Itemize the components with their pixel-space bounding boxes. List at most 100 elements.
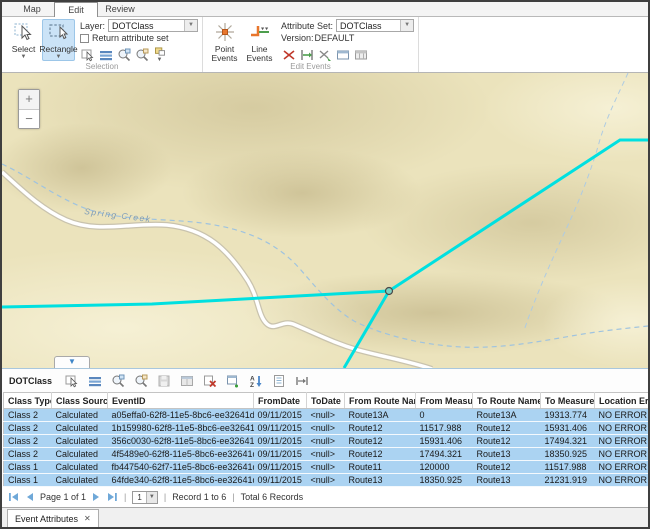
column-header[interactable]: FromDate	[254, 393, 307, 409]
column-header[interactable]: From Measure	[416, 393, 473, 409]
table-cell[interactable]: <null>	[307, 461, 345, 474]
tab-map[interactable]: Map	[10, 2, 54, 16]
table-cell[interactable]: Calculated	[52, 409, 108, 422]
table-cell[interactable]: Route12	[473, 422, 541, 435]
panel-collapse-button[interactable]: ▼	[54, 356, 90, 368]
show-all-records-icon[interactable]	[87, 373, 102, 388]
table-cell[interactable]: a05effa0-62f8-11e5-8bc6-ee32641d5ec9	[108, 409, 254, 422]
table-cell[interactable]: <null>	[307, 448, 345, 461]
layer-dropdown[interactable]: DOTClass ▼	[108, 19, 198, 32]
tab-edit[interactable]: Edit	[54, 2, 98, 17]
page-combobox-arrow-icon[interactable]: ▼	[146, 492, 157, 503]
event-table-icon[interactable]	[353, 47, 368, 63]
table-cell[interactable]: Route13	[345, 474, 416, 487]
table-row[interactable]: Class 2Calculated1b159980-62f8-11e5-8bc6…	[4, 422, 650, 435]
column-header[interactable]: EventID	[108, 393, 254, 409]
table-cell[interactable]: Route12	[473, 461, 541, 474]
table-cell[interactable]: Class 1	[4, 461, 52, 474]
attribute-set-dropdown[interactable]: DOTClass ▼	[336, 19, 414, 32]
pan-to-selected-record-icon[interactable]	[133, 373, 148, 388]
table-cell[interactable]: Calculated	[52, 448, 108, 461]
table-cell[interactable]: 09/11/2015	[254, 448, 307, 461]
column-header[interactable]: Location Error	[595, 393, 650, 409]
trim-event-icon[interactable]	[317, 47, 332, 63]
table-cell[interactable]: Class 2	[4, 409, 52, 422]
table-cell[interactable]: 09/11/2015	[254, 409, 307, 422]
table-cell[interactable]: Route13	[473, 448, 541, 461]
column-header[interactable]: Class Source	[52, 393, 108, 409]
first-page-button[interactable]	[8, 492, 19, 502]
page-number-combobox[interactable]: 1 ▼	[132, 491, 157, 504]
pan-to-selection-icon[interactable]	[134, 47, 149, 63]
table-cell[interactable]: Class 2	[4, 448, 52, 461]
table-cell[interactable]: Class 2	[4, 435, 52, 448]
table-row[interactable]: Class 2Calculateda05effa0-62f8-11e5-8bc6…	[4, 409, 650, 422]
zoom-out-button[interactable]: −	[19, 109, 39, 128]
column-header[interactable]: To Measure	[541, 393, 595, 409]
table-cell[interactable]: 120000	[416, 461, 473, 474]
table-cell[interactable]: 17494.321	[416, 448, 473, 461]
table-cell[interactable]: Route13A	[473, 409, 541, 422]
table-cell[interactable]: NO ERROR	[595, 422, 650, 435]
table-cell[interactable]: NO ERROR	[595, 461, 650, 474]
table-cell[interactable]: 18350.925	[416, 474, 473, 487]
table-cell[interactable]: Route12	[473, 435, 541, 448]
zoom-to-selection-icon[interactable]	[116, 47, 131, 63]
table-cell[interactable]: 15931.406	[416, 435, 473, 448]
table-cell[interactable]: 64fde340-62f8-11e5-8bc6-ee32641d5ec9	[108, 474, 254, 487]
table-cell[interactable]: Route12	[345, 422, 416, 435]
return-attribute-set-checkbox[interactable]	[80, 34, 89, 43]
save-edits-icon[interactable]	[156, 373, 171, 388]
delete-record-icon[interactable]	[202, 373, 217, 388]
table-cell[interactable]: fb447540-62f7-11e5-8bc6-ee32641d5ec9	[108, 461, 254, 474]
table-cell[interactable]: Route11	[345, 461, 416, 474]
selection-options-icon[interactable]: ▼	[152, 47, 167, 63]
select-records-icon[interactable]	[64, 373, 79, 388]
column-header[interactable]: Class Type	[4, 393, 52, 409]
add-record-icon[interactable]	[225, 373, 240, 388]
table-cell[interactable]: 09/11/2015	[254, 461, 307, 474]
table-cell[interactable]: 1b159980-62f8-11e5-8bc6-ee32641d5ec9	[108, 422, 254, 435]
table-cell[interactable]: Calculated	[52, 435, 108, 448]
event-panel-icon[interactable]	[335, 47, 350, 63]
zoom-in-button[interactable]: +	[19, 90, 39, 109]
table-row[interactable]: Class 2Calculated4f5489e0-62f8-11e5-8bc6…	[4, 448, 650, 461]
layer-dropdown-arrow-icon[interactable]: ▼	[184, 20, 197, 31]
table-cell[interactable]: 4f5489e0-62f8-11e5-8bc6-ee32641d5ec9	[108, 448, 254, 461]
table-cell[interactable]: Calculated	[52, 422, 108, 435]
table-cell[interactable]: 0	[416, 409, 473, 422]
table-cell[interactable]: Class 2	[4, 422, 52, 435]
table-cell[interactable]: 15931.406	[541, 422, 595, 435]
select-features-icon[interactable]	[80, 47, 95, 63]
attribute-window-icon[interactable]	[179, 373, 194, 388]
table-row[interactable]: Class 2Calculated356c0030-62f8-11e5-8bc6…	[4, 435, 650, 448]
column-header[interactable]: From Route Name	[345, 393, 416, 409]
table-cell[interactable]: 21231.919	[541, 474, 595, 487]
table-row[interactable]: Class 1Calculated64fde340-62f8-11e5-8bc6…	[4, 474, 650, 487]
table-cell[interactable]: NO ERROR	[595, 448, 650, 461]
table-cell[interactable]: 11517.988	[416, 422, 473, 435]
extend-event-icon[interactable]	[299, 47, 314, 63]
point-events-button[interactable]: Point Events	[208, 19, 241, 61]
zoom-to-selected-record-icon[interactable]	[110, 373, 125, 388]
table-cell[interactable]: 19313.774	[541, 409, 595, 422]
table-cell[interactable]: NO ERROR	[595, 409, 650, 422]
attribute-set-dropdown-arrow-icon[interactable]: ▼	[400, 20, 413, 31]
table-cell[interactable]: Route13A	[345, 409, 416, 422]
table-cell[interactable]: Calculated	[52, 461, 108, 474]
last-page-button[interactable]	[107, 492, 118, 502]
column-header[interactable]: To Route Name	[473, 393, 541, 409]
measure-range-icon[interactable]	[294, 373, 309, 388]
event-attributes-dock-tab[interactable]: Event Attributes ✕	[7, 509, 99, 527]
table-cell[interactable]: <null>	[307, 422, 345, 435]
table-cell[interactable]: 09/11/2015	[254, 422, 307, 435]
rectangle-tool-button[interactable]: Rectangle ▼	[42, 19, 75, 61]
table-cell[interactable]: Class 1	[4, 474, 52, 487]
table-cell[interactable]: NO ERROR	[595, 435, 650, 448]
map-view[interactable]: Spring Creek + − ▼	[2, 73, 648, 368]
table-cell[interactable]: 11517.988	[541, 461, 595, 474]
table-cell[interactable]: 356c0030-62f8-11e5-8bc6-ee32641d5ec9	[108, 435, 254, 448]
sort-records-icon[interactable]: AZ	[248, 373, 263, 388]
column-header[interactable]: ToDate	[307, 393, 345, 409]
table-cell[interactable]: Route12	[345, 435, 416, 448]
